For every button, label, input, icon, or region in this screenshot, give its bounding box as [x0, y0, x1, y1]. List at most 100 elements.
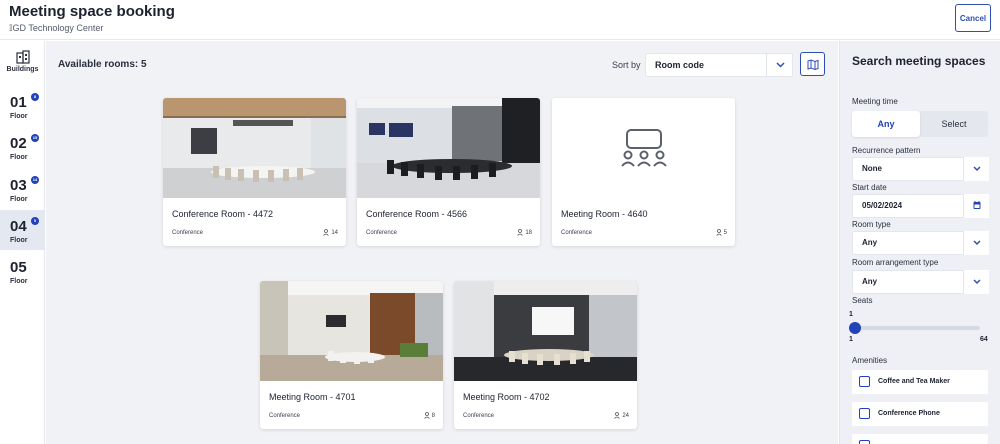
floor-badge: 15	[31, 134, 39, 142]
results-area: Available rooms: 5 Sort by Room code Con…	[46, 41, 838, 444]
amenity-checkbox[interactable]	[859, 440, 870, 444]
person-icon	[423, 412, 430, 419]
floor-number: 04	[10, 218, 27, 235]
floor-item-04[interactable]: 04 5 Floor	[0, 210, 45, 250]
person-icon	[517, 229, 524, 236]
available-rooms-count: Available rooms: 5	[58, 59, 147, 70]
meeting-time-any[interactable]: Any	[852, 111, 920, 137]
amenities-label: Amenities	[852, 356, 888, 365]
room-card[interactable]: Meeting Room - 4640 Conference 5	[552, 98, 735, 246]
seats-label: Seats	[852, 296, 873, 305]
start-date-label: Start date	[852, 183, 887, 192]
room-capacity: 8	[423, 412, 435, 419]
recurrence-select[interactable]: None	[852, 157, 989, 181]
sort-select[interactable]: Room code	[645, 53, 793, 77]
floor-number: 02	[10, 135, 27, 152]
sort-label: Sort by	[612, 60, 641, 70]
floor-label: Floor	[10, 278, 28, 285]
meeting-time-select[interactable]: Select	[920, 111, 988, 137]
room-name: Meeting Room - 4701	[269, 392, 356, 402]
floor-item-01[interactable]: 01 8 Floor	[0, 86, 45, 126]
floor-label: Floor	[10, 154, 28, 161]
amenity-label: Conference Phone	[878, 410, 940, 417]
floor-rail: Buildings 01 8 Floor 02 15 Floor 03 14 F…	[0, 41, 45, 444]
map-view-button[interactable]	[800, 52, 825, 76]
room-photo	[357, 98, 540, 198]
floor-item-05[interactable]: 05 Floor	[0, 251, 45, 291]
amenity-coffee-tea[interactable]: Coffee and Tea Maker	[852, 370, 988, 394]
sort-value: Room code	[655, 60, 705, 70]
cancel-button[interactable]: Cancel	[955, 4, 991, 32]
room-capacity: 18	[517, 229, 532, 236]
room-capacity: 14	[323, 229, 338, 236]
floor-badge: 14	[31, 176, 39, 184]
floor-label: Floor	[10, 113, 28, 120]
location-label: GD Technology Center	[12, 23, 104, 33]
amenity-checkbox[interactable]	[859, 376, 870, 387]
app-header: Meeting space booking 𝕀GD Technology Cen…	[0, 0, 1000, 40]
chevron-down-icon	[973, 240, 981, 246]
capacity-value: 8	[431, 412, 435, 419]
start-date-field[interactable]: 05/02/2024	[852, 194, 989, 218]
sort-dropdown-button[interactable]	[766, 54, 793, 76]
room-placeholder	[552, 98, 735, 198]
room-card[interactable]: Conference Room - 4472 Conference 14	[163, 98, 346, 246]
meeting-time-toggle: Any Select	[852, 111, 988, 137]
buildings-button[interactable]: Buildings	[0, 48, 45, 80]
floor-item-02[interactable]: 02 15 Floor	[0, 127, 45, 167]
arrangement-value: Any	[862, 277, 878, 286]
floor-number: 01	[10, 94, 27, 111]
chevron-down-icon	[973, 279, 981, 285]
room-type: Conference	[269, 413, 301, 419]
location-name: 𝕀GD Technology Center	[9, 23, 103, 34]
arrangement-dropdown-button[interactable]	[963, 270, 989, 294]
seats-slider-handle[interactable]	[849, 322, 861, 334]
recurrence-dropdown-button[interactable]	[963, 157, 989, 181]
room-capacity: 24	[614, 412, 629, 419]
recurrence-value: None	[862, 164, 882, 173]
person-icon	[323, 229, 330, 236]
seats-slider-track[interactable]	[854, 326, 980, 330]
room-type: Conference	[172, 230, 204, 236]
calendar-icon	[973, 201, 981, 209]
capacity-value: 18	[525, 229, 532, 236]
floor-number: 03	[10, 177, 27, 194]
floor-label: Floor	[10, 237, 28, 244]
seats-max: 64	[980, 336, 988, 343]
buildings-label: Buildings	[6, 66, 39, 73]
chevron-down-icon	[776, 62, 785, 68]
floor-number: 05	[10, 259, 27, 276]
arrangement-select[interactable]: Any	[852, 270, 989, 294]
room-type-dropdown-button[interactable]	[963, 231, 989, 255]
amenity-item-partial[interactable]	[852, 434, 988, 444]
capacity-value: 24	[622, 412, 629, 419]
seats-min: 1	[849, 336, 853, 343]
calendar-button[interactable]	[963, 194, 989, 218]
amenity-conference-phone[interactable]: Conference Phone	[852, 402, 988, 426]
floor-item-03[interactable]: 03 14 Floor	[0, 169, 45, 209]
amenity-checkbox[interactable]	[859, 408, 870, 419]
floor-badge: 8	[31, 93, 39, 101]
room-name: Meeting Room - 4702	[463, 392, 550, 402]
room-type: Conference	[366, 230, 398, 236]
arrangement-label: Room arrangement type	[852, 258, 939, 267]
room-card[interactable]: Conference Room - 4566 Conference 18	[357, 98, 540, 246]
room-card[interactable]: Meeting Room - 4702 Conference 24	[454, 281, 637, 429]
capacity-value: 14	[331, 229, 338, 236]
room-photo	[163, 98, 346, 198]
room-photo	[260, 281, 443, 381]
chevron-down-icon	[973, 166, 981, 172]
floor-label: Floor	[10, 196, 28, 203]
person-icon	[715, 229, 722, 236]
room-name: Conference Room - 4566	[366, 209, 468, 219]
room-type-label: Room type	[852, 220, 891, 229]
room-type-select[interactable]: Any	[852, 231, 989, 255]
meeting-time-label: Meeting time	[852, 97, 898, 106]
room-card[interactable]: Meeting Room - 4701 Conference 8	[260, 281, 443, 429]
room-photo	[454, 281, 637, 381]
room-name: Meeting Room - 4640	[561, 209, 648, 219]
meeting-placeholder-icon	[621, 129, 667, 167]
room-type-value: Any	[862, 238, 878, 247]
recurrence-label: Recurrence pattern	[852, 146, 921, 155]
room-type: Conference	[463, 413, 495, 419]
